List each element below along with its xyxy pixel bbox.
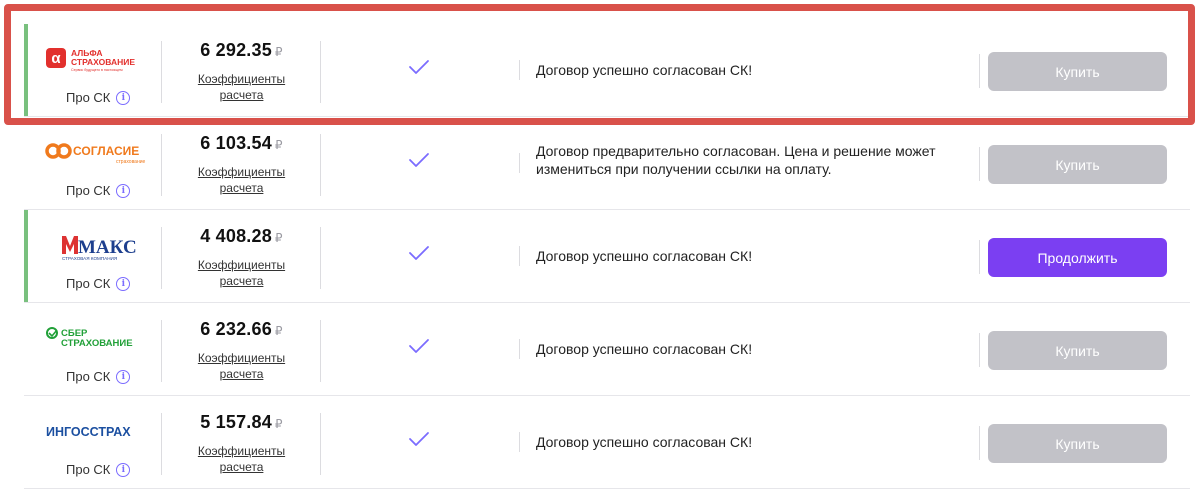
maks-logo: МАКС СТРАХОВАЯ КОМПАНИЯ bbox=[62, 236, 137, 261]
about-company-label: Про СК bbox=[66, 462, 111, 477]
divider bbox=[519, 153, 520, 173]
info-icon[interactable]: i bbox=[116, 369, 131, 384]
info-icon[interactable]: i bbox=[116, 276, 131, 291]
status-message: Договор успешно согласован СК! bbox=[536, 434, 753, 450]
status-message: Договор предварительно согласован. Цена … bbox=[536, 143, 936, 177]
divider bbox=[320, 134, 321, 196]
alfa-logo-line2: СТРАХОВАНИЕ bbox=[71, 57, 135, 67]
divider bbox=[979, 147, 980, 181]
buy-button[interactable]: Купить bbox=[988, 52, 1167, 91]
offer-row-maks: МАКС СТРАХОВАЯ КОМПАНИЯ Про СК i 4 408.2… bbox=[24, 210, 1190, 303]
price: 6 292.35 ₽ bbox=[200, 40, 283, 60]
divider bbox=[979, 426, 980, 460]
ruble-icon: ₽ bbox=[274, 417, 283, 431]
divider bbox=[161, 41, 162, 103]
about-company-link[interactable]: Про СК i bbox=[66, 462, 131, 477]
divider bbox=[320, 413, 321, 475]
soglasie-logo: СОГЛАСИЕ страхование bbox=[45, 143, 146, 165]
ingos-logo: ИНГОССТРАХ bbox=[46, 425, 131, 439]
divider bbox=[519, 432, 520, 452]
ruble-icon: ₽ bbox=[274, 231, 283, 245]
maks-logo-line2: СТРАХОВАЯ КОМПАНИЯ bbox=[62, 256, 117, 261]
info-icon[interactable]: i bbox=[116, 90, 131, 105]
buy-button[interactable]: Купить bbox=[988, 331, 1167, 370]
check-icon bbox=[409, 246, 429, 260]
offer-row-soglasie: СОГЛАСИЕ страхование Про СК i 6 103.54 ₽ … bbox=[24, 117, 1190, 210]
offer-row-ingos: ИНГОССТРАХ Про СК i 5 157.84 ₽ Коэффициен… bbox=[24, 396, 1190, 489]
company-column: СОГЛАСИЕ страхование Про СК i bbox=[28, 117, 161, 209]
about-company-link[interactable]: Про СК i bbox=[66, 183, 131, 198]
coefficients-link[interactable]: Коэффициенты расчета bbox=[184, 164, 299, 196]
price: 4 408.28 ₽ bbox=[200, 226, 283, 246]
check-icon bbox=[409, 339, 429, 353]
alfa-logo-tagline: Сервис будущего в настоящем bbox=[71, 68, 123, 72]
info-icon[interactable]: i bbox=[116, 183, 131, 198]
status-message: Договор успешно согласован СК! bbox=[536, 248, 753, 264]
coefficients-link[interactable]: Коэффициенты расчета bbox=[184, 71, 299, 103]
check-icon bbox=[409, 60, 429, 74]
info-icon[interactable]: i bbox=[116, 462, 131, 477]
coefficients-link[interactable]: Коэффициенты расчета bbox=[184, 350, 299, 382]
price: 6 103.54 ₽ bbox=[200, 133, 283, 153]
about-company-label: Про СК bbox=[66, 90, 111, 105]
divider bbox=[161, 320, 162, 382]
offers-list: α АЛЬФА СТРАХОВАНИЕ Сервис будущего в на… bbox=[24, 24, 1190, 489]
about-company-label: Про СК bbox=[66, 276, 111, 291]
about-company-label: Про СК bbox=[66, 183, 111, 198]
divider bbox=[320, 320, 321, 382]
about-company-label: Про СК bbox=[66, 369, 111, 384]
price: 5 157.84 ₽ bbox=[200, 412, 283, 432]
company-column: α АЛЬФА СТРАХОВАНИЕ Сервис будущего в на… bbox=[28, 24, 161, 116]
company-column: МАКС СТРАХОВАЯ КОМПАНИЯ Про СК i bbox=[28, 210, 161, 302]
divider bbox=[519, 246, 520, 266]
coefficients-link[interactable]: Коэффициенты расчета bbox=[184, 257, 299, 289]
check-icon bbox=[409, 153, 429, 167]
ingos-logo-line1: ИНГОССТРАХ bbox=[46, 425, 131, 439]
coefficients-link[interactable]: Коэффициенты расчета bbox=[184, 443, 299, 475]
price-column: 6 232.66 ₽ Коэффициенты расчета bbox=[184, 319, 299, 383]
price-column: 5 157.84 ₽ Коэффициенты расчета bbox=[184, 412, 299, 476]
about-company-link[interactable]: Про СК i bbox=[66, 90, 131, 105]
soglasie-logo-line2: страхование bbox=[116, 159, 146, 165]
divider bbox=[519, 60, 520, 80]
about-company-link[interactable]: Про СК i bbox=[66, 276, 131, 291]
divider bbox=[979, 333, 980, 367]
price: 6 232.66 ₽ bbox=[200, 319, 283, 339]
ruble-icon: ₽ bbox=[274, 324, 283, 338]
divider bbox=[519, 339, 520, 359]
offer-row-alfa: α АЛЬФА СТРАХОВАНИЕ Сервис будущего в на… bbox=[24, 24, 1190, 117]
svg-text:α: α bbox=[51, 50, 61, 67]
price-column: 6 292.35 ₽ Коэффициенты расчета bbox=[184, 40, 299, 104]
soglasie-logo-line1: СОГЛАСИЕ bbox=[73, 144, 139, 158]
sber-logo: СБЕР СТРАХОВАНИЕ bbox=[46, 327, 133, 349]
divider bbox=[979, 240, 980, 274]
status-message: Договор успешно согласован СК! bbox=[536, 62, 753, 78]
maks-logo-line1: МАКС bbox=[78, 237, 137, 258]
sber-logo-line2: СТРАХОВАНИЕ bbox=[61, 338, 133, 349]
divider bbox=[320, 41, 321, 103]
ruble-icon: ₽ bbox=[274, 138, 283, 152]
buy-button[interactable]: Купить bbox=[988, 424, 1167, 463]
continue-button[interactable]: Продолжить bbox=[988, 238, 1167, 277]
alfa-logo: α АЛЬФА СТРАХОВАНИЕ Сервис будущего в на… bbox=[46, 48, 135, 72]
company-column: СБЕР СТРАХОВАНИЕ Про СК i bbox=[28, 303, 161, 395]
divider bbox=[161, 227, 162, 289]
buy-button[interactable]: Купить bbox=[988, 145, 1167, 184]
offer-row-sber: СБЕР СТРАХОВАНИЕ Про СК i 6 232.66 ₽ Коэф… bbox=[24, 303, 1190, 396]
divider bbox=[979, 54, 980, 88]
divider bbox=[161, 134, 162, 196]
about-company-link[interactable]: Про СК i bbox=[66, 369, 131, 384]
divider bbox=[161, 413, 162, 475]
status-message: Договор успешно согласован СК! bbox=[536, 341, 753, 357]
check-icon bbox=[409, 432, 429, 446]
ruble-icon: ₽ bbox=[274, 45, 283, 59]
divider bbox=[320, 227, 321, 289]
company-column: ИНГОССТРАХ Про СК i bbox=[28, 396, 161, 488]
price-column: 4 408.28 ₽ Коэффициенты расчета bbox=[184, 226, 299, 290]
price-column: 6 103.54 ₽ Коэффициенты расчета bbox=[184, 133, 299, 197]
